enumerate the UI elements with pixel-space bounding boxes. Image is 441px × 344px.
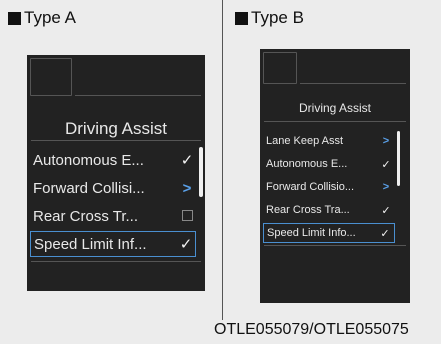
chevron-right-icon: > [382, 181, 390, 193]
empty-checkbox-icon [181, 209, 193, 221]
menu-item-label: Forward Collisi... [33, 179, 145, 197]
menu-title: Driving Assist [64, 119, 168, 138]
type-b-text: Type B [251, 8, 304, 27]
type-b-label: Type B [235, 8, 304, 28]
menu-item[interactable]: Rear Cross Tr... [30, 203, 196, 229]
scrollbar[interactable] [199, 147, 203, 197]
bullet-square-icon [235, 11, 248, 25]
screen-type-a: Driving Assist Autonomous E... ✓ Forward C… [27, 55, 205, 291]
type-a-label: Type A [8, 8, 76, 28]
menu-item[interactable]: Autonomous E... ✓ [30, 147, 196, 173]
bottom-divider [264, 245, 406, 246]
bottom-divider [31, 261, 201, 262]
menu-item[interactable]: Lane Keep Asst > [263, 131, 395, 151]
check-icon: ✓ [380, 227, 390, 240]
top-left-indicator-box [30, 58, 72, 96]
menu-item-label: Rear Cross Tra... [266, 204, 350, 216]
screen-type-b: Driving Assist Lane Keep Asst > Autonomous… [260, 49, 410, 303]
header-divider [300, 83, 406, 84]
menu-title: Driving Assist [298, 101, 372, 115]
menu-item-label: Autonomous E... [33, 151, 144, 169]
check-icon: ✓ [381, 204, 391, 217]
chevron-right-icon: > [182, 179, 192, 197]
chevron-right-icon: > [382, 135, 390, 147]
header-divider [75, 95, 201, 96]
menu-item-label: Lane Keep Asst [266, 135, 344, 147]
menu-item-label: Speed Limit Info... [267, 227, 356, 239]
title-underline [264, 121, 406, 122]
title-underline [31, 140, 201, 141]
check-icon: ✓ [179, 236, 193, 253]
check-icon: ✓ [180, 152, 194, 169]
menu-item[interactable]: Speed Limit Inf... ✓ [30, 231, 196, 257]
empty-checkbox-icon [178, 208, 196, 225]
top-left-indicator-box [263, 52, 297, 84]
scrollbar[interactable] [397, 131, 400, 186]
menu-item-label: Rear Cross Tr... [33, 207, 139, 225]
menu-item[interactable]: Autonomous E... ✓ [263, 154, 395, 174]
menu-item-label: Autonomous E... [266, 158, 348, 170]
panel-divider [222, 0, 223, 320]
menu-item-label: Forward Collisio... [266, 181, 355, 193]
type-a-text: Type A [24, 8, 76, 27]
menu-item[interactable]: Forward Collisi... > [30, 175, 196, 201]
menu-item[interactable]: Forward Collisio... > [263, 177, 395, 197]
menu-item[interactable]: Rear Cross Tra... ✓ [263, 200, 395, 220]
check-icon: ✓ [381, 158, 391, 171]
bullet-square-icon [8, 11, 21, 25]
menu-item-label: Speed Limit Inf... [34, 235, 147, 253]
menu-item[interactable]: Speed Limit Info... ✓ [263, 223, 395, 243]
figure-caption: OTLE055079/OTLE055075 [214, 321, 409, 338]
